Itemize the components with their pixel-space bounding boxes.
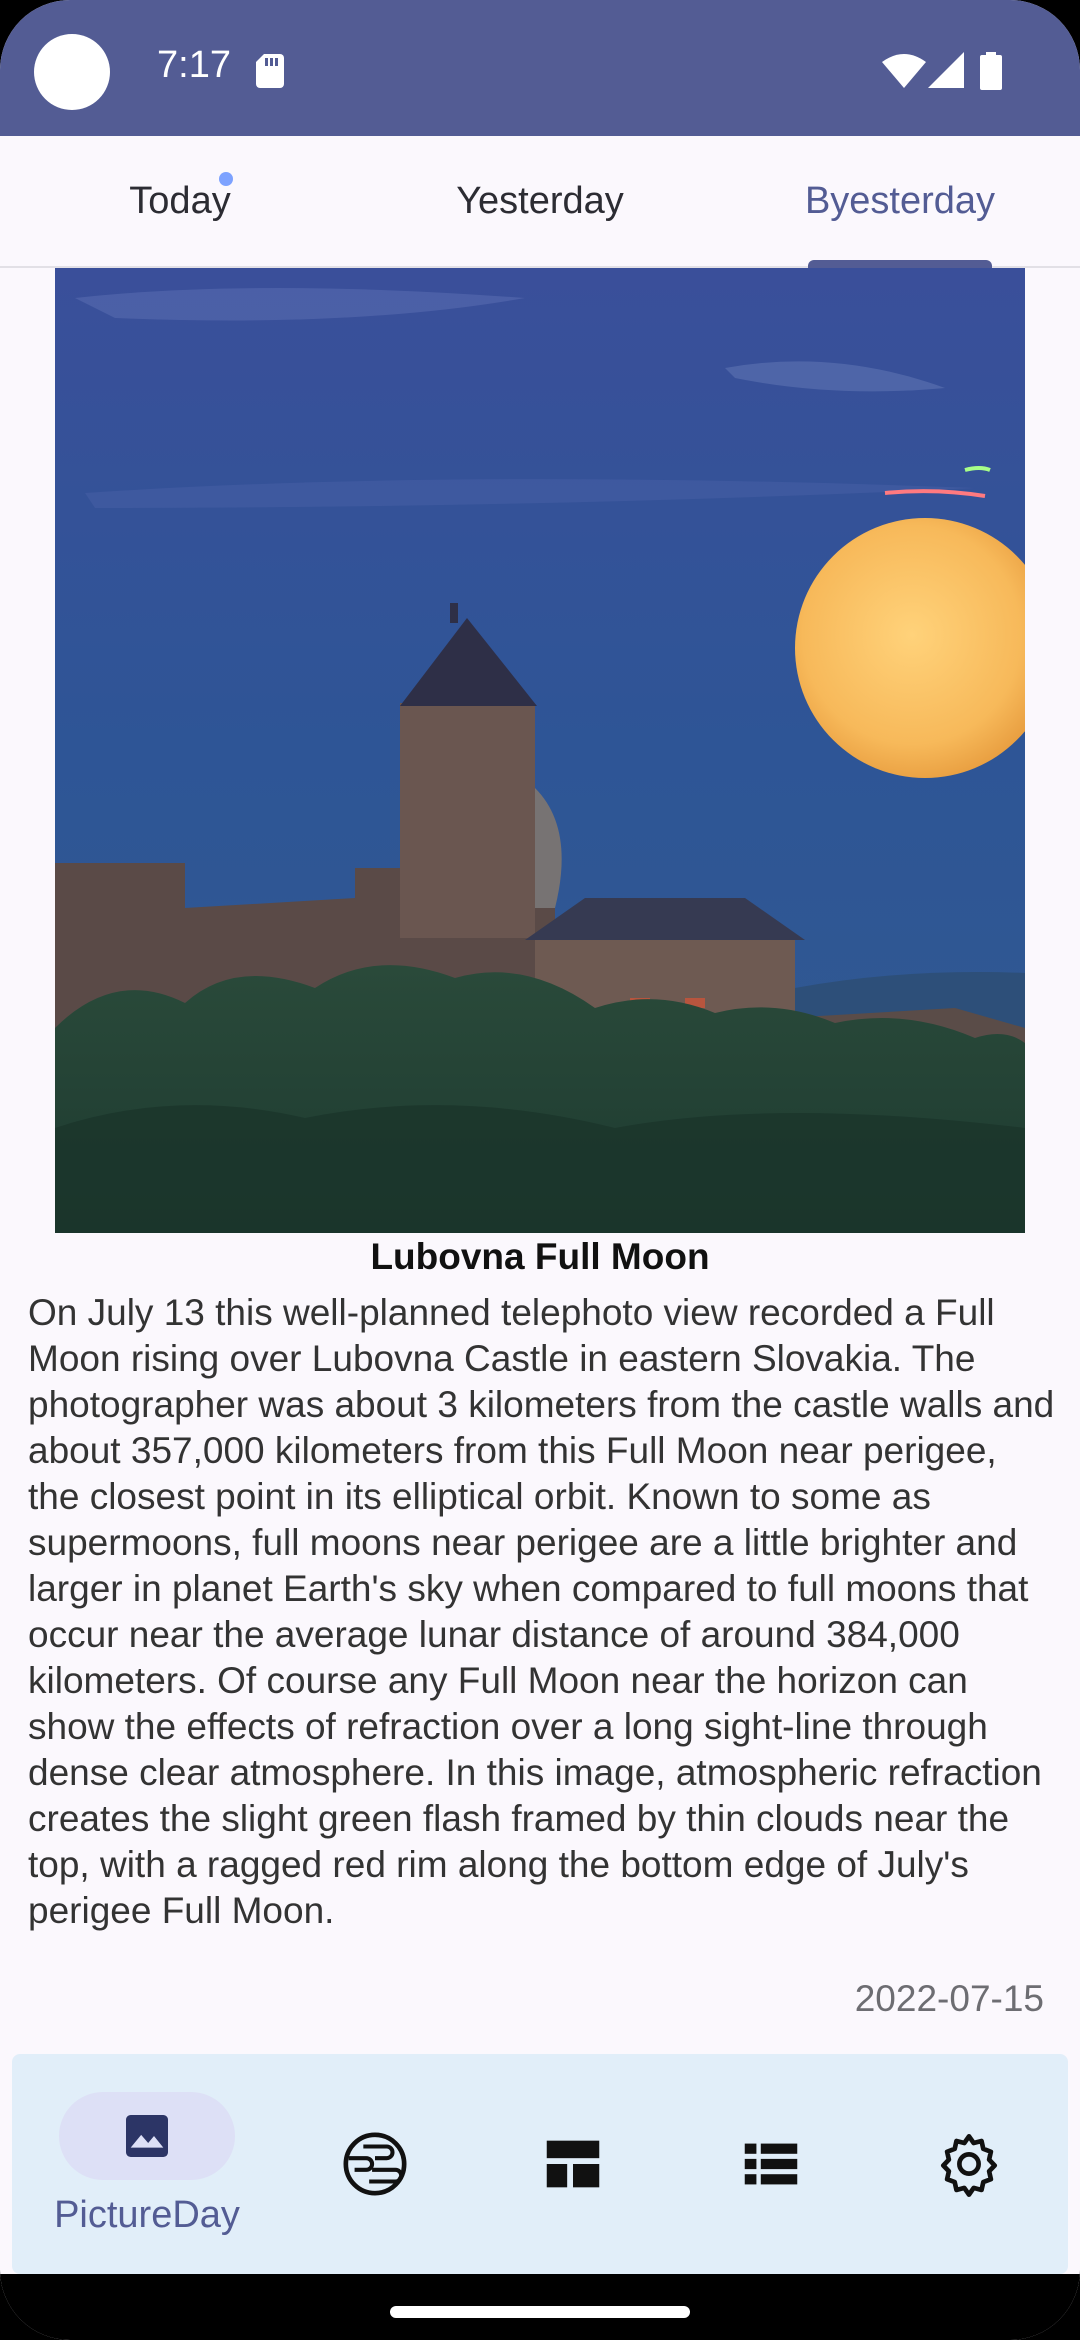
status-time: 7:17 [157, 44, 231, 86]
tab-today[interactable]: Today [0, 136, 360, 266]
image-icon [126, 2114, 168, 2157]
tab-today-badge-dot [219, 172, 233, 186]
list-icon [744, 2143, 798, 2185]
nav-item-settings[interactable] [874, 2054, 1064, 2274]
tab-yesterday[interactable]: Yesterday [360, 136, 720, 266]
article-description: On July 13 this well-planned telephoto v… [28, 1292, 1055, 1931]
active-tab-indicator [808, 260, 992, 268]
tab-today-label: Today [129, 179, 231, 222]
tab-yesterday-label: Yesterday [456, 179, 624, 222]
sd-card-icon [256, 54, 284, 88]
bottom-navigation: PictureDay [12, 2054, 1068, 2274]
nav-item-earth[interactable] [280, 2054, 470, 2274]
nav-item-pictureday-label: PictureDay [54, 2193, 240, 2236]
nav-active-indicator [59, 2091, 235, 2180]
tab-byesterday-label: Byesterday [804, 179, 996, 222]
tab-byesterday[interactable]: Byesterday [720, 136, 1080, 266]
app-screen: 7:17 Today Yesterday Byesterday Lubovna … [0, 0, 1080, 2340]
day-tabs: Today Yesterday Byesterday [0, 136, 1080, 268]
nav-item-dashboard[interactable] [478, 2054, 668, 2274]
nav-item-list[interactable] [676, 2054, 866, 2274]
home-gesture-bar[interactable] [390, 2306, 690, 2318]
signal-icon [928, 52, 964, 88]
battery-icon [980, 52, 1002, 90]
earth-icon [343, 2132, 407, 2196]
nav-item-pictureday[interactable]: PictureDay [52, 2054, 242, 2274]
status-bar: 7:17 [0, 0, 1080, 136]
picture-of-the-day-image[interactable] [55, 268, 1025, 1233]
article-date: 2022-07-15 [854, 1978, 1044, 2019]
gear-icon [941, 2133, 997, 2197]
wifi-icon [882, 54, 926, 88]
camera-cutout [34, 34, 110, 110]
dashboard-icon [546, 2140, 600, 2188]
article-title: Lubovna Full Moon [370, 1236, 710, 1277]
